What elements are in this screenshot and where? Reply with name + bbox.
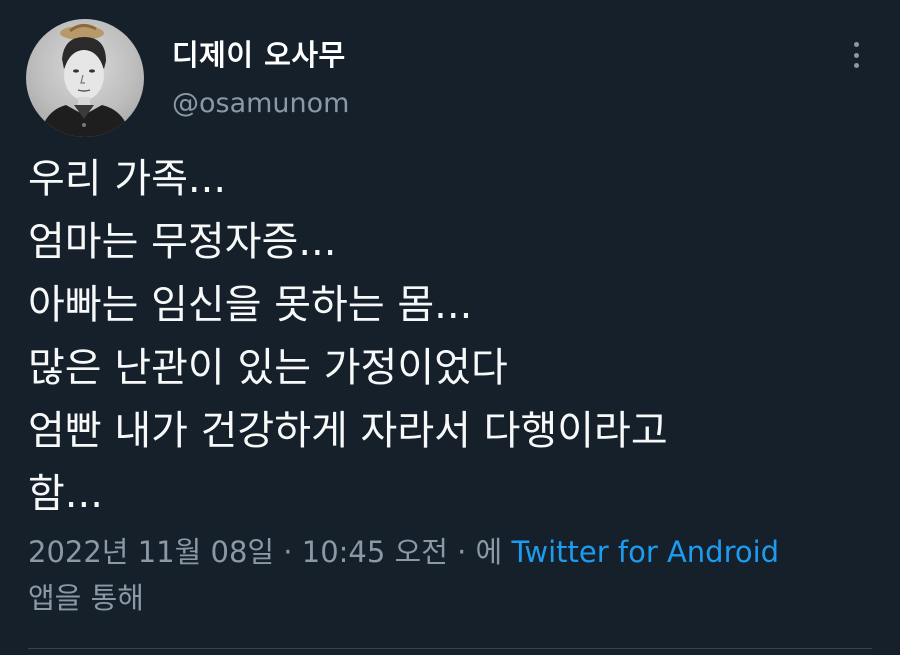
more-vertical-icon <box>853 63 859 68</box>
tweet-text-line: 아빠는 임신을 못하는 몸... <box>28 282 473 328</box>
portrait-avatar-icon <box>40 24 130 137</box>
more-options-button[interactable] <box>842 38 870 72</box>
tweet-text-line: 엄빤 내가 건강하게 자라서 다행이라고 <box>28 408 668 454</box>
more-vertical-icon <box>853 52 859 58</box>
divider <box>28 648 872 649</box>
timestamp-row: 2022년 11월 08일 · 10:45 오전 · 에 Twitter for… <box>28 529 878 575</box>
source-link[interactable]: Twitter for Android <box>511 535 779 569</box>
more-vertical-icon <box>853 42 859 47</box>
tweet-text-line: 많은 난관이 있는 가정이었다 <box>28 345 508 391</box>
tweet-text-line: 우리 가족... <box>28 156 227 202</box>
tweet-text-line: 함... <box>28 471 103 517</box>
timestamp[interactable]: 2022년 11월 08일 · 10:45 오전 · 에 <box>28 535 502 569</box>
avatar[interactable] <box>26 19 144 137</box>
tweet-text: 우리 가족... 엄마는 무정자증... 아빠는 임신을 못하는 몸... 많은… <box>28 148 878 526</box>
display-name[interactable]: 디제이 오사무 <box>172 32 346 74</box>
user-handle[interactable]: @osamunom <box>172 88 349 119</box>
source-suffix: 앱을 통해 <box>28 581 144 615</box>
tweet-text-line: 엄마는 무정자증... <box>28 219 337 265</box>
tweet: 디제이 오사무 @osamunom 우리 가족... 엄마는 무정자증... 아… <box>0 0 900 655</box>
tweet-metadata: 2022년 11월 08일 · 10:45 오전 · 에 Twitter for… <box>28 529 878 621</box>
